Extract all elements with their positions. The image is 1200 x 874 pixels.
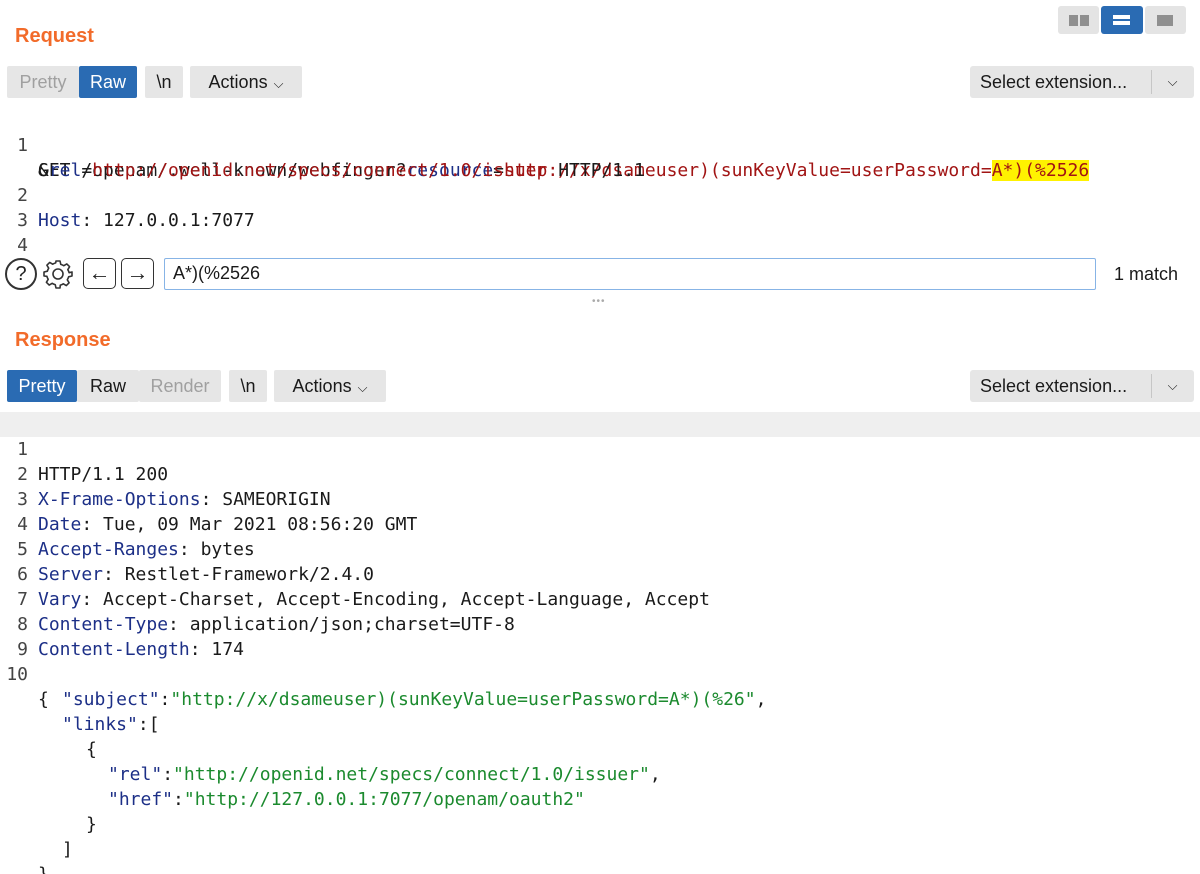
json-line: "subject":"http://x/dsameuser)(sunKeyVal… [0,662,1200,710]
code-line-wrapped: &rel=http://openid.net/specs/connect/1.0… [0,133,1200,181]
stacked-layout-button[interactable] [1101,6,1143,34]
json-line: } [0,787,1200,835]
line-number: 4 [17,235,28,256]
select-extension-label: Select extension... [980,72,1128,92]
response-tab-render[interactable]: Render [139,370,221,402]
json-line: "links":[ [0,687,1200,735]
code-line: 9 [0,612,1200,660]
columns-icon [1068,14,1089,26]
pane-resize-handle[interactable]: ••• [592,296,606,307]
request-toolbar: Pretty Raw \n Actions ⌵ Select extension.… [0,66,1200,98]
code-line: 6 Vary: Accept-Charset, Accept-Encoding,… [0,537,1200,610]
chevron-down-icon: ⌵ [357,380,368,395]
code-line: 1 HTTP/1.1 200 [0,412,1200,485]
gear-icon[interactable] [42,258,74,290]
request-newline-toggle[interactable]: \n [145,66,183,98]
code-line: 4 [0,208,1200,256]
actions-label: Actions [292,376,352,396]
response-actions-button[interactable]: Actions ⌵ [274,370,386,402]
code-line: 7 Content-Type: application/json;charset… [0,562,1200,635]
chevron-down-icon[interactable]: ⌵ [1151,66,1194,98]
response-title: Response [15,329,111,351]
code-line: 3 [0,183,1200,231]
code-line: 2 X-Frame-Options: SAMEORIGIN [0,437,1200,510]
response-tab-pretty[interactable]: Pretty [7,370,77,402]
request-tab-pretty[interactable]: Pretty [7,66,79,98]
code-line: 2 Host: 127.0.0.1:7077 [0,158,1200,231]
help-icon[interactable]: ? [5,258,37,290]
request-title: Request [15,25,94,47]
json-line: } [0,837,1200,874]
response-tab-raw[interactable]: Raw [77,370,139,402]
code-line: 1 GET /openam/.well-known/webfinger?reso… [0,108,1200,181]
json-line: "href":"http://127.0.0.1:7077/openam/oau… [0,762,1200,810]
response-editor[interactable]: 1 HTTP/1.1 200 2 X-Frame-Options: SAMEOR… [0,412,1200,874]
side-by-side-layout-button[interactable] [1058,6,1100,34]
code-line: 3 Date: Tue, 09 Mar 2021 08:56:20 GMT [0,462,1200,535]
request-select-extension[interactable]: Select extension... ⌵ [970,66,1194,98]
json-line: "rel":"http://openid.net/specs/connect/1… [0,737,1200,785]
json-line: ] [0,812,1200,860]
code-line: 10 { [0,637,1200,710]
code-line: 8 Content-Length: 174 [0,587,1200,660]
previous-match-button[interactable]: ← [83,258,116,289]
single-layout-button[interactable] [1144,6,1186,34]
json-brace: } [38,862,49,874]
request-tab-raw[interactable]: Raw [79,66,137,98]
search-bar: ? ← → A*)(%2526 1 match [0,256,1200,292]
json-line: { [0,712,1200,760]
chevron-down-icon: ⌵ [273,76,284,91]
request-editor[interactable]: 1 GET /openam/.well-known/webfinger?reso… [0,108,1200,256]
response-toolbar: Pretty Raw Render \n Actions ⌵ Select ext… [0,370,1200,402]
code-line: 5 Server: Restlet-Framework/2.4.0 [0,512,1200,585]
code-line: 4 Accept-Ranges: bytes [0,487,1200,560]
chevron-down-icon[interactable]: ⌵ [1151,370,1194,402]
response-select-extension[interactable]: Select extension... ⌵ [970,370,1194,402]
rows-icon [1113,15,1131,25]
match-count: 1 match [1114,264,1179,284]
select-extension-label: Select extension... [980,376,1128,396]
arrow-right-icon: → [126,260,149,285]
layout-switcher [1058,6,1186,34]
search-input[interactable]: A*)(%2526 [164,258,1096,290]
actions-label: Actions [208,72,268,92]
single-pane-icon [1157,14,1174,26]
arrow-left-icon: ← [88,260,111,285]
request-actions-button[interactable]: Actions ⌵ [190,66,302,98]
response-newline-toggle[interactable]: \n [229,370,267,402]
next-match-button[interactable]: → [121,258,154,289]
